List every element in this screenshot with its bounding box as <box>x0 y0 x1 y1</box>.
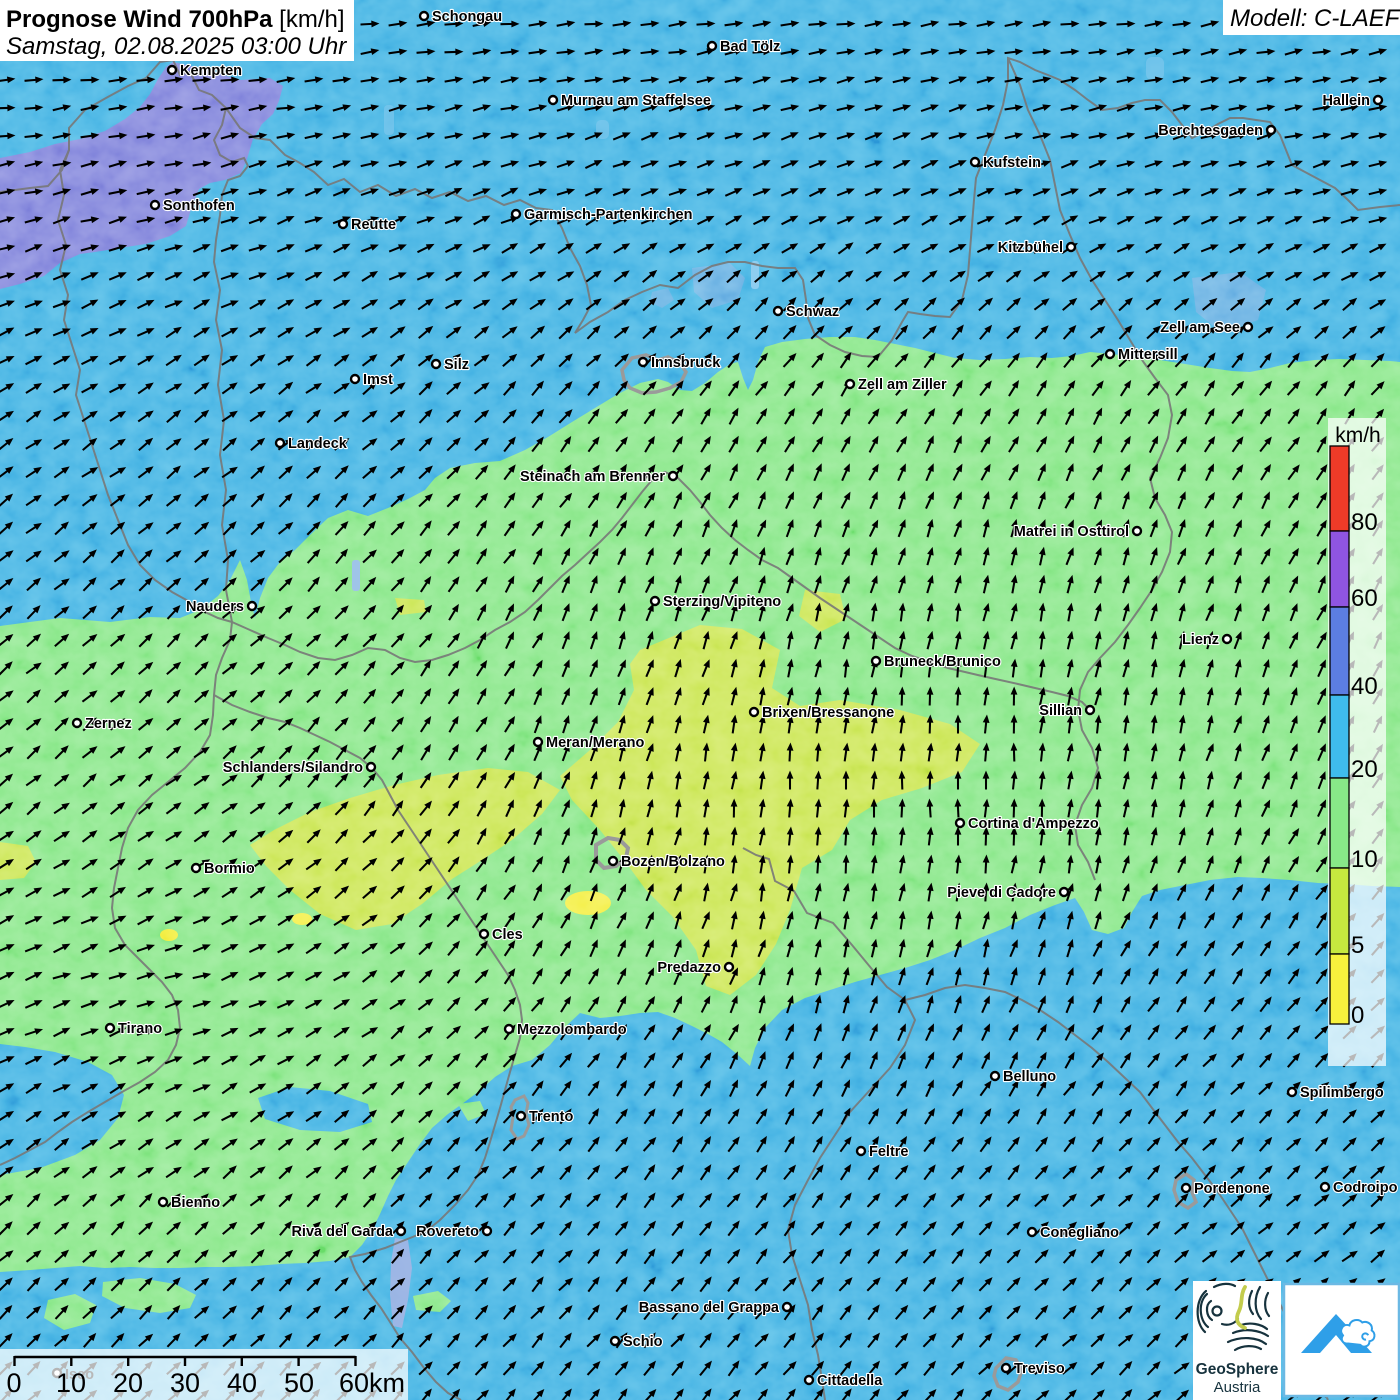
svg-text:Trento: Trento <box>529 1109 573 1125</box>
svg-text:Landeck: Landeck <box>288 436 348 452</box>
svg-text:20: 20 <box>113 1368 143 1398</box>
svg-text:Nauders: Nauders <box>186 599 244 615</box>
svg-text:40: 40 <box>227 1368 257 1398</box>
svg-text:Bienno: Bienno <box>171 1195 220 1211</box>
svg-text:Schwaz: Schwaz <box>786 304 839 320</box>
svg-text:10: 10 <box>56 1368 86 1398</box>
svg-text:Belluno: Belluno <box>1003 1069 1056 1085</box>
svg-text:Bozen/Bolzano: Bozen/Bolzano <box>621 854 725 870</box>
svg-text:km/h: km/h <box>1335 424 1381 447</box>
svg-text:Austria: Austria <box>1214 1379 1261 1396</box>
svg-text:Codroipo: Codroipo <box>1333 1180 1398 1196</box>
svg-text:Innsbruck: Innsbruck <box>651 355 721 371</box>
svg-text:0: 0 <box>1351 1002 1364 1029</box>
svg-text:Modell: C-LAEF: Modell: C-LAEF <box>1230 5 1400 32</box>
svg-text:Feltre: Feltre <box>869 1144 909 1160</box>
svg-text:Rovereto: Rovereto <box>416 1224 479 1240</box>
svg-text:Schlanders/Silandro: Schlanders/Silandro <box>223 760 363 776</box>
svg-text:Cles: Cles <box>492 927 523 943</box>
svg-text:Zell am Ziller: Zell am Ziller <box>858 377 947 393</box>
svg-text:Mittersill: Mittersill <box>1118 347 1178 363</box>
svg-text:Bassano del Grappa: Bassano del Grappa <box>639 1300 780 1316</box>
svg-text:Riva del Garda: Riva del Garda <box>291 1224 393 1240</box>
svg-text:Steinach am Brenner: Steinach am Brenner <box>520 469 665 485</box>
svg-text:Zernez: Zernez <box>85 716 132 732</box>
svg-text:60km: 60km <box>339 1368 405 1398</box>
svg-text:60: 60 <box>1351 585 1378 612</box>
svg-text:20: 20 <box>1351 756 1378 783</box>
svg-text:Conegliano: Conegliano <box>1040 1225 1119 1241</box>
svg-text:Prognose Wind 700hPa [km/h]: Prognose Wind 700hPa [km/h] <box>6 6 345 33</box>
svg-text:Meran/Merano: Meran/Merano <box>546 735 644 751</box>
svg-text:40: 40 <box>1351 673 1378 700</box>
svg-text:5: 5 <box>1351 932 1364 959</box>
svg-text:Schongau: Schongau <box>432 9 502 25</box>
svg-text:Matrei in Osttirol: Matrei in Osttirol <box>1014 524 1129 540</box>
svg-text:Sillian: Sillian <box>1039 703 1082 719</box>
svg-text:Tirano: Tirano <box>118 1021 162 1037</box>
svg-text:Kitzbühel: Kitzbühel <box>998 240 1063 256</box>
svg-text:Murnau am Staffelsee: Murnau am Staffelsee <box>561 93 711 109</box>
svg-text:Pordenone: Pordenone <box>1194 1181 1270 1197</box>
svg-text:50: 50 <box>284 1368 314 1398</box>
svg-text:Zell am See: Zell am See <box>1160 320 1240 336</box>
svg-text:Bruneck/Brunico: Bruneck/Brunico <box>884 654 1001 670</box>
svg-text:Pieve di Cadore: Pieve di Cadore <box>947 885 1056 901</box>
svg-text:30: 30 <box>170 1368 200 1398</box>
svg-text:Imst: Imst <box>363 372 393 388</box>
svg-text:Lienz: Lienz <box>1182 632 1219 648</box>
svg-text:Cortina d'Ampezzo: Cortina d'Ampezzo <box>968 816 1099 832</box>
svg-text:Bormio: Bormio <box>204 861 255 877</box>
svg-text:10: 10 <box>1351 846 1378 873</box>
svg-text:Sonthofen: Sonthofen <box>163 198 235 214</box>
svg-text:Reutte: Reutte <box>351 217 396 233</box>
svg-text:Brixen/Bressanone: Brixen/Bressanone <box>762 705 894 721</box>
svg-text:Sterzing/Vipiteno: Sterzing/Vipiteno <box>663 594 781 610</box>
svg-text:Cittadella: Cittadella <box>817 1373 883 1389</box>
svg-text:GeoSphere: GeoSphere <box>1196 1361 1279 1378</box>
svg-text:Mezzolombardo: Mezzolombardo <box>517 1022 627 1038</box>
svg-text:Schio: Schio <box>623 1334 663 1350</box>
svg-text:Predazzo: Predazzo <box>657 960 721 976</box>
svg-text:Samstag, 02.08.2025 03:00 Uhr: Samstag, 02.08.2025 03:00 Uhr <box>6 33 347 60</box>
svg-text:0: 0 <box>6 1368 21 1398</box>
svg-text:Kempten: Kempten <box>180 63 242 79</box>
svg-text:Spilimbergo: Spilimbergo <box>1300 1085 1384 1101</box>
svg-text:Silz: Silz <box>444 357 469 373</box>
svg-text:Kufstein: Kufstein <box>983 155 1041 171</box>
svg-text:Hallein: Hallein <box>1322 93 1370 109</box>
svg-text:Treviso: Treviso <box>1014 1361 1065 1377</box>
svg-text:Bad Tölz: Bad Tölz <box>720 39 780 55</box>
svg-text:Garmisch-Partenkirchen: Garmisch-Partenkirchen <box>524 207 692 223</box>
svg-text:Berchtesgaden: Berchtesgaden <box>1158 123 1263 139</box>
svg-text:80: 80 <box>1351 509 1378 536</box>
